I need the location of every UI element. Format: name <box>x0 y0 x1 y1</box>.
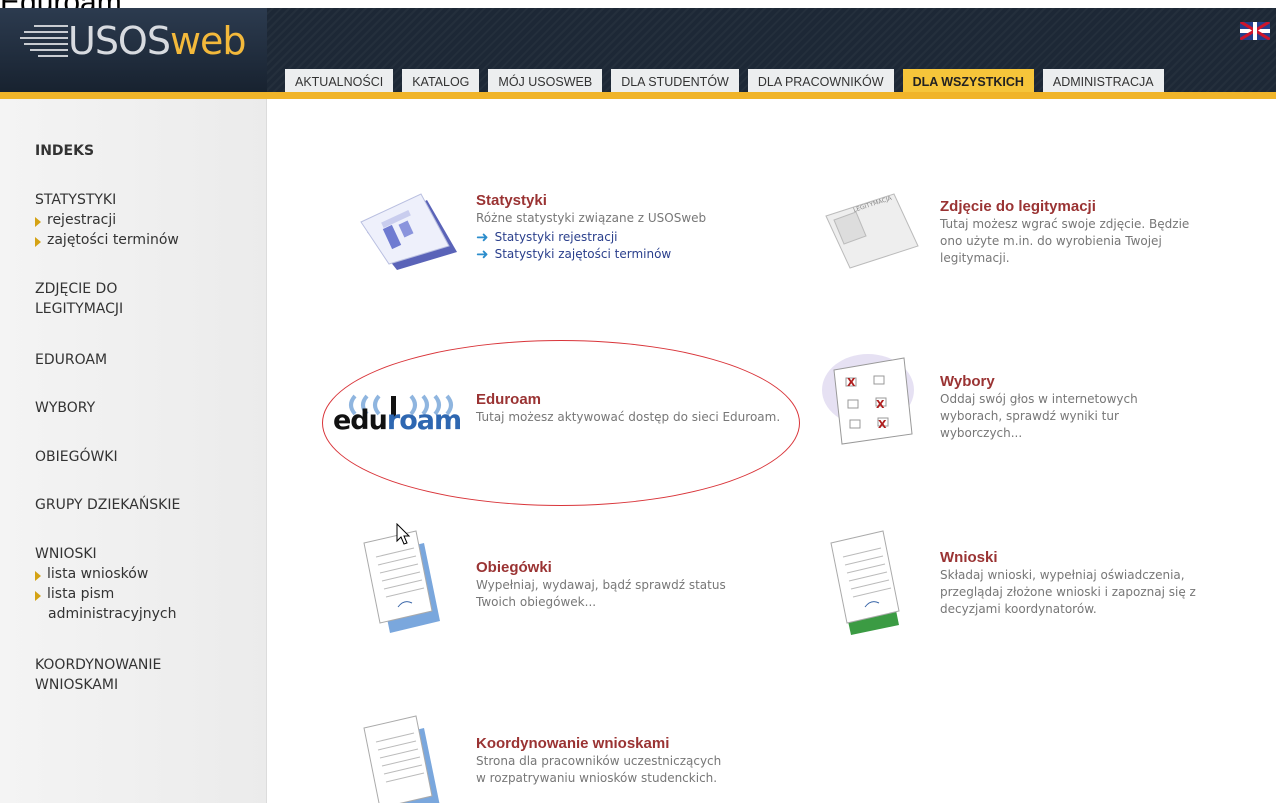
arrow-right-icon: ➜ <box>476 245 489 263</box>
item-koordynowanie: Koordynowanie wnioskami Strona dla praco… <box>476 735 776 787</box>
sidebar-subitem-lista-pism-cont[interactable]: administracyjnych <box>35 604 176 624</box>
bullet-icon <box>35 591 41 601</box>
item-obiegowki: Obiegówki Wypełniaj, wydawaj, bądź spraw… <box>476 559 776 611</box>
sidebar-label: KOORDYNOWANIE <box>35 657 162 673</box>
statistics-chart-icon[interactable] <box>357 192 462 272</box>
bullet-icon <box>35 217 41 227</box>
sidebar-group-wnioski: WNIOSKI lista wniosków lista pism admini… <box>35 544 176 624</box>
sidebar-subitem-lista-pism[interactable]: lista pism <box>35 584 176 604</box>
item-title-wnioski[interactable]: Wnioski <box>940 549 1240 566</box>
sidebar-item-wnioski[interactable]: WNIOSKI <box>35 544 176 564</box>
link-statystyki-rejestracji[interactable]: ➜ Statystyki rejestracji <box>476 228 766 246</box>
item-desc: Tutaj możesz wgrać swoje zdjęcie. Będzie… <box>940 217 1190 265</box>
sidebar: INDEKS STATYSTYKI rejestracji zajętości … <box>0 99 267 803</box>
header-accent-bar <box>0 92 1276 99</box>
sidebar-item-wybory[interactable]: WYBORY <box>35 398 95 418</box>
item-wybory: Wybory Oddaj swój głos w internetowych wy… <box>940 373 1240 442</box>
item-title-zdjecie[interactable]: Zdjęcie do legitymacji <box>940 198 1240 215</box>
sidebar-item-obiegowki[interactable]: OBIEGÓWKI <box>35 447 118 467</box>
annotation-ellipse <box>322 340 800 506</box>
arrow-right-icon: ➜ <box>476 228 489 246</box>
top-header: USOSweb AKTUALNOŚCI KATALOG MÓJ USOSWEB … <box>0 8 1276 99</box>
item-title-obiegowki[interactable]: Obiegówki <box>476 559 776 576</box>
sidebar-subitem-lista-wnioskow[interactable]: lista wniosków <box>35 564 176 584</box>
sidebar-item-eduroam[interactable]: EDUROAM <box>35 350 107 370</box>
logo-area: USOSweb <box>0 8 267 99</box>
bullet-icon <box>35 237 41 247</box>
item-zdjecie: Zdjęcie do legitymacji Tutaj możesz wgra… <box>940 198 1240 267</box>
item-statystyki: Statystyki Różne statystyki związane z U… <box>476 192 766 263</box>
sidebar-label: LEGITYMACJI <box>35 301 124 317</box>
sidebar-index-title: INDEKS <box>35 143 95 159</box>
bullet-icon <box>35 571 41 581</box>
item-desc: Wypełniaj, wydawaj, bądź sprawdź status T… <box>476 578 726 609</box>
item-desc: Składaj wnioski, wypełniaj oświadczenia,… <box>940 568 1196 616</box>
application-documents-icon[interactable] <box>825 525 915 635</box>
sidebar-label: WNIOSKAMI <box>35 677 119 693</box>
sidebar-item-koordynowanie[interactable]: KOORDYNOWANIE WNIOSKAMI <box>35 655 161 695</box>
item-wnioski: Wnioski Składaj wnioski, wypełniaj oświa… <box>940 549 1240 618</box>
item-title-koordynowanie[interactable]: Koordynowanie wnioskami <box>476 735 776 752</box>
sidebar-item-zdjecie[interactable]: ZDJĘCIE DO LEGITYMACJI <box>35 279 123 319</box>
item-desc: Strona dla pracowników uczestniczących w … <box>476 754 722 785</box>
sidebar-item-grupy[interactable]: GRUPY DZIEKAŃSKIE <box>35 495 180 515</box>
item-title-statystyki[interactable]: Statystyki <box>476 192 766 209</box>
item-desc: Oddaj swój głos w internetowych wyborach,… <box>940 392 1138 440</box>
svg-text:X: X <box>878 418 887 431</box>
id-card-icon[interactable]: LEGITYMACJA <box>822 190 922 270</box>
sidebar-subitem-zajetosci[interactable]: zajętości terminów <box>35 230 179 250</box>
ballot-icon[interactable]: X X X <box>818 350 928 450</box>
coordination-document-icon[interactable] <box>358 710 448 803</box>
usosweb-logo[interactable]: USOSweb <box>20 14 247 68</box>
sidebar-item-statystyki[interactable]: STATYSTYKI <box>35 190 179 210</box>
sidebar-group-statystyki: STATYSTYKI rejestracji zajętości terminó… <box>35 190 179 250</box>
item-desc: Różne statystyki związane z USOSweb <box>476 211 707 225</box>
svg-text:X: X <box>847 376 856 389</box>
item-title-wybory[interactable]: Wybory <box>940 373 1240 390</box>
link-statystyki-zajetosci[interactable]: ➜ Statystyki zajętości terminów <box>476 245 766 263</box>
mouse-cursor-icon <box>396 523 411 545</box>
logo-bars-icon <box>20 19 68 63</box>
sidebar-label: ZDJĘCIE DO <box>35 281 118 297</box>
svg-text:X: X <box>876 398 885 411</box>
logo-text: USOSweb <box>68 19 247 63</box>
sidebar-subitem-rejestracji[interactable]: rejestracji <box>35 210 179 230</box>
english-flag-icon[interactable] <box>1240 22 1270 40</box>
